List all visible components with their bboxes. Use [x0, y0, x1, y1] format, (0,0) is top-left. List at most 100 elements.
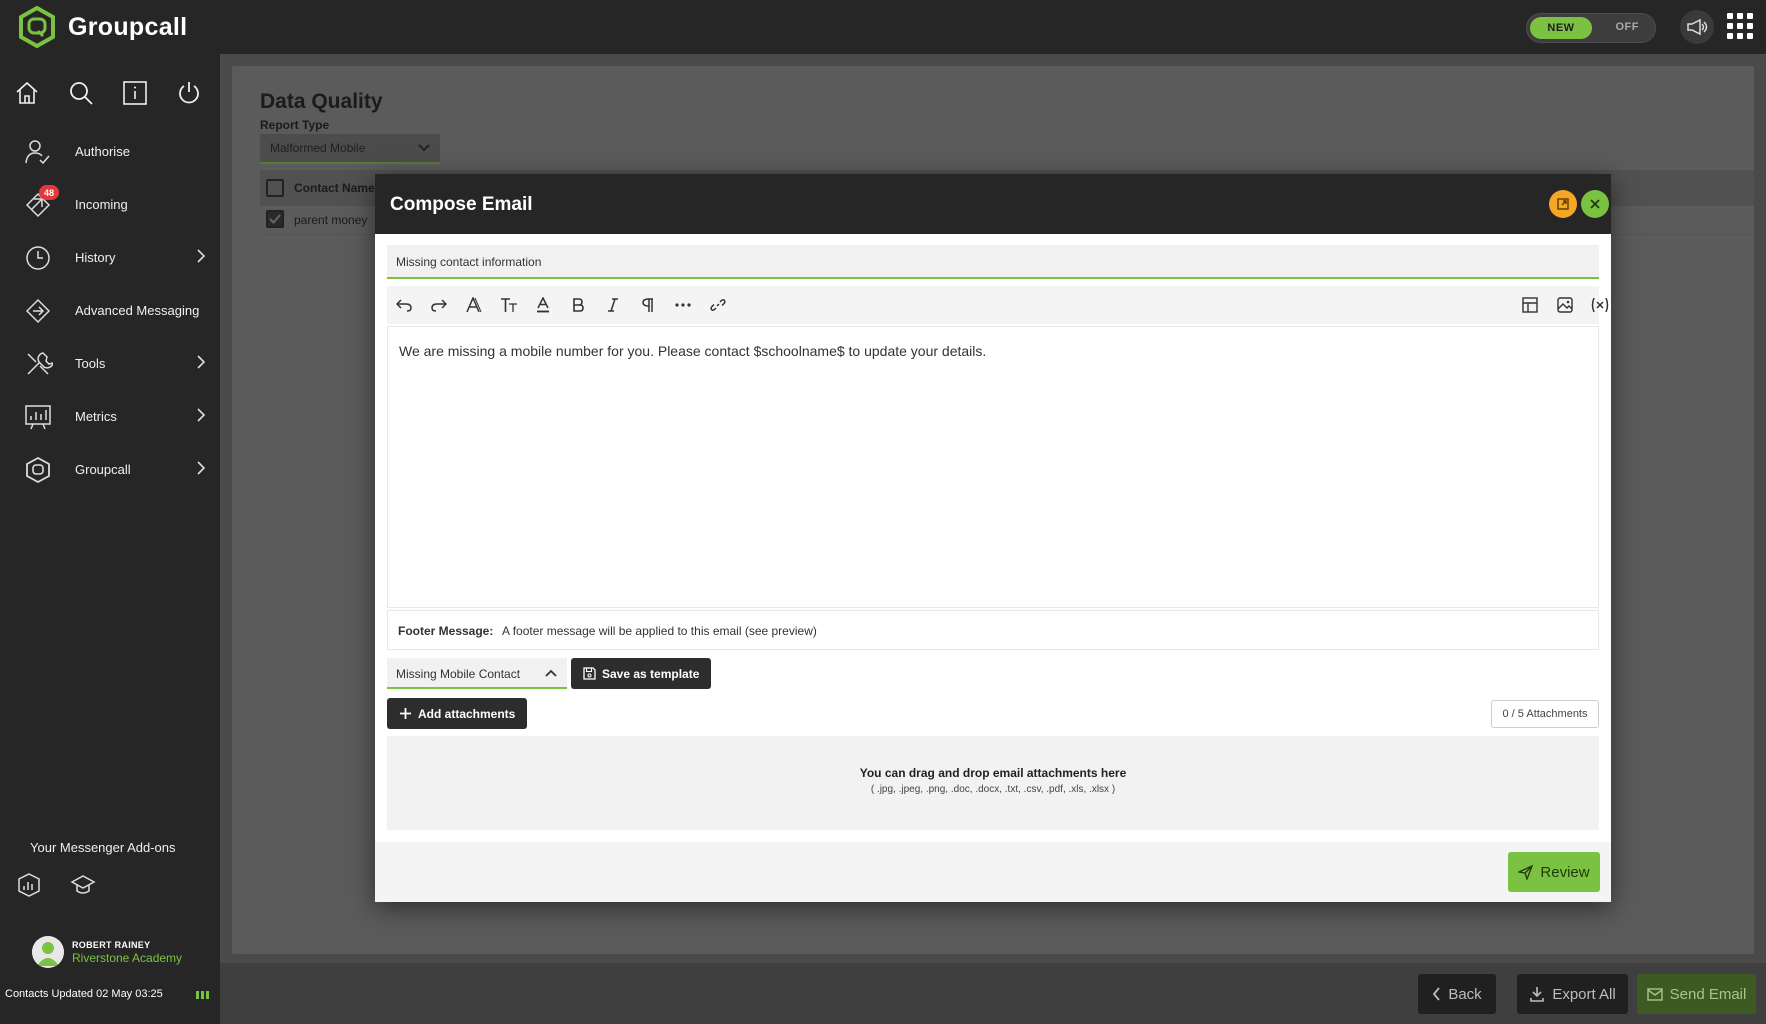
font-family-icon: [466, 297, 482, 313]
avatar: [32, 936, 64, 968]
italic-button[interactable]: [600, 292, 626, 318]
chevron-up-icon: [545, 669, 557, 677]
groupcall-icon: [26, 456, 50, 484]
redo-button[interactable]: [426, 292, 452, 318]
link-icon: [710, 299, 726, 311]
sidebar-item-metrics[interactable]: Metrics: [0, 390, 220, 443]
table-row[interactable]: parent money: [294, 213, 367, 227]
sidebar-item-label: Authorise: [75, 144, 130, 159]
new-off-toggle[interactable]: NEW OFF: [1526, 13, 1656, 43]
dropzone-file-types: ( .jpg, .jpeg, .png, .doc, .docx, .txt, …: [870, 784, 1116, 795]
clock-icon: [26, 246, 50, 270]
review-label: Review: [1540, 863, 1590, 881]
save-icon: [583, 667, 596, 680]
addon-school-button[interactable]: [70, 872, 124, 898]
expand-button[interactable]: [1549, 190, 1577, 218]
apps-grid-icon[interactable]: [1727, 13, 1753, 39]
text-color-button[interactable]: [530, 292, 556, 318]
select-all-checkbox[interactable]: [266, 179, 284, 197]
modal-title: Compose Email: [390, 194, 533, 215]
user-school: Riverstone Academy: [72, 950, 183, 965]
send-icon: [1518, 864, 1534, 880]
user-avatar-icon: [32, 936, 64, 968]
sidebar-item-label: Tools: [75, 356, 106, 371]
review-button[interactable]: Review: [1508, 852, 1600, 892]
template-select-value: Missing Mobile Contact: [396, 667, 521, 681]
sidebar-item-authorise[interactable]: Authorise: [0, 125, 220, 178]
sidebar-item-advanced-messaging[interactable]: Advanced Messaging: [0, 284, 220, 337]
sidebar-item-groupcall[interactable]: Groupcall: [0, 443, 220, 496]
attachment-dropzone[interactable]: You can drag and drop email attachments …: [387, 736, 1599, 830]
page-title: Data Quality: [260, 90, 383, 113]
toggle-new[interactable]: NEW: [1530, 17, 1592, 39]
export-all-button[interactable]: Export All: [1517, 974, 1628, 1014]
groupcall-logo-icon: [19, 6, 55, 48]
link-button[interactable]: [705, 292, 731, 318]
paragraph-button[interactable]: [635, 292, 661, 318]
app-name: Groupcall: [68, 12, 188, 41]
addon-analytics-button[interactable]: [16, 872, 70, 898]
footer-message-label: Footer Message:: [398, 624, 494, 638]
save-as-template-button[interactable]: Save as template: [571, 658, 712, 689]
download-icon: [1530, 987, 1545, 1002]
paragraph-icon: [642, 297, 653, 312]
footer-message-text: A footer message will be applied to this…: [502, 624, 817, 638]
envelope-icon: [1646, 987, 1663, 1001]
announcement-button[interactable]: [1680, 10, 1714, 44]
font-size-button[interactable]: [496, 292, 522, 318]
dropzone-title: You can drag and drop email attachments …: [859, 766, 1127, 780]
insert-image-button[interactable]: [1552, 292, 1578, 318]
report-type-label: Report Type: [260, 118, 330, 132]
image-icon: [1557, 297, 1573, 313]
report-type-value: Malformed Mobile: [270, 141, 366, 155]
template-select[interactable]: Missing Mobile Contact: [387, 658, 567, 689]
chevron-right-icon: [197, 461, 206, 475]
sidebar-item-label: Groupcall: [75, 462, 131, 477]
addons-title: Your Messenger Add-ons: [30, 840, 176, 855]
send-email-button[interactable]: Send Email: [1637, 974, 1756, 1014]
info-button[interactable]: [122, 76, 176, 110]
bold-button[interactable]: [565, 292, 591, 318]
sidebar: Authorise 48 Incoming History Advanced M…: [0, 54, 220, 1024]
sidebar-item-tools[interactable]: Tools: [0, 337, 220, 390]
save-as-template-label: Save as template: [602, 666, 700, 681]
add-attachments-button[interactable]: Add attachments: [387, 698, 528, 729]
email-body-editor[interactable]: We are missing a mobile number for you. …: [387, 326, 1599, 608]
close-button[interactable]: [1581, 190, 1609, 218]
row-checkbox[interactable]: [266, 210, 284, 228]
compose-email-modal: Compose Email Missing contact informatio…: [375, 174, 1611, 902]
insert-table-button[interactable]: [1517, 292, 1543, 318]
more-options-button[interactable]: [670, 292, 696, 318]
redo-icon: [431, 299, 447, 312]
groupcall-logo[interactable]: Groupcall: [16, 6, 187, 48]
report-type-select[interactable]: Malformed Mobile: [260, 134, 440, 164]
user-profile[interactable]: ROBERT RAINEY Riverstone Academy: [32, 936, 182, 968]
incoming-count-badge: 48: [39, 185, 59, 200]
sidebar-item-incoming[interactable]: 48 Incoming: [0, 178, 220, 231]
subject-input[interactable]: Missing contact information: [387, 245, 1599, 279]
sidebar-nav: Authorise 48 Incoming History Advanced M…: [0, 125, 220, 496]
bottom-action-bar: Back Export All Send Email: [220, 963, 1766, 1024]
font-family-button[interactable]: [461, 292, 487, 318]
column-contact-name[interactable]: Contact Name: [294, 181, 375, 195]
add-attachments-label: Add attachments: [418, 706, 516, 721]
attachments-count: 0 / 5 Attachments: [1491, 700, 1599, 728]
modal-header: Compose Email: [375, 174, 1611, 234]
italic-icon: [608, 298, 618, 312]
insert-variable-button[interactable]: [1587, 292, 1613, 318]
sidebar-item-history[interactable]: History: [0, 231, 220, 284]
table-icon: [1522, 297, 1538, 313]
chevron-down-icon: [418, 144, 430, 152]
home-button[interactable]: [14, 76, 68, 110]
bold-icon: [573, 298, 584, 312]
chevron-left-icon: [1433, 987, 1441, 1001]
editor-toolbar: [387, 286, 1609, 324]
variable-icon: [1591, 297, 1609, 313]
toggle-off[interactable]: OFF: [1616, 21, 1640, 33]
back-button[interactable]: Back: [1418, 974, 1496, 1014]
undo-button[interactable]: [391, 292, 417, 318]
close-icon: [1590, 199, 1600, 209]
search-button[interactable]: [68, 76, 122, 110]
quick-actions: [14, 76, 230, 110]
checkmark-icon: [269, 214, 281, 224]
